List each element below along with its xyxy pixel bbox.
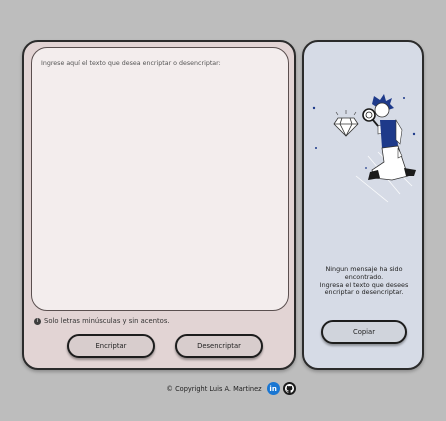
copyright-text: © Copyright Luis A. Martinez xyxy=(166,384,262,393)
empty-state-subtitle: Ingresa el texto que desees encriptar o … xyxy=(319,280,409,297)
empty-state-title: Ningun mensaje ha sido encontrado. xyxy=(325,265,403,281)
github-icon[interactable] xyxy=(282,382,296,395)
empty-state-message: Ningun mensaje ha sido encontrado. Ingre… xyxy=(310,265,418,297)
info-icon: i xyxy=(34,317,41,325)
searching-person-illustration xyxy=(312,94,416,203)
github-glyph xyxy=(284,384,294,393)
input-hint: i Solo letras minúsculas y sin acentos. xyxy=(34,317,170,325)
footer: © Copyright Luis A. Martinez in xyxy=(0,382,446,395)
output-panel: Ningun mensaje ha sido encontrado. Ingre… xyxy=(302,40,424,370)
message-textarea[interactable]: Ingrese aquí el texto que desea encripta… xyxy=(31,47,289,311)
hint-text: Solo letras minúsculas y sin acentos. xyxy=(44,317,170,325)
linkedin-icon[interactable]: in xyxy=(266,382,280,395)
person-figure xyxy=(362,94,416,181)
encrypt-button[interactable]: Encriptar xyxy=(67,334,155,358)
diamond-icon xyxy=(333,117,359,137)
copy-button[interactable]: Copiar xyxy=(321,320,407,344)
textarea-placeholder: Ingrese aquí el texto que desea encripta… xyxy=(41,60,221,67)
input-panel: Ingrese aquí el texto que desea encripta… xyxy=(22,40,296,370)
decrypt-button[interactable]: Desencriptar xyxy=(175,334,263,358)
